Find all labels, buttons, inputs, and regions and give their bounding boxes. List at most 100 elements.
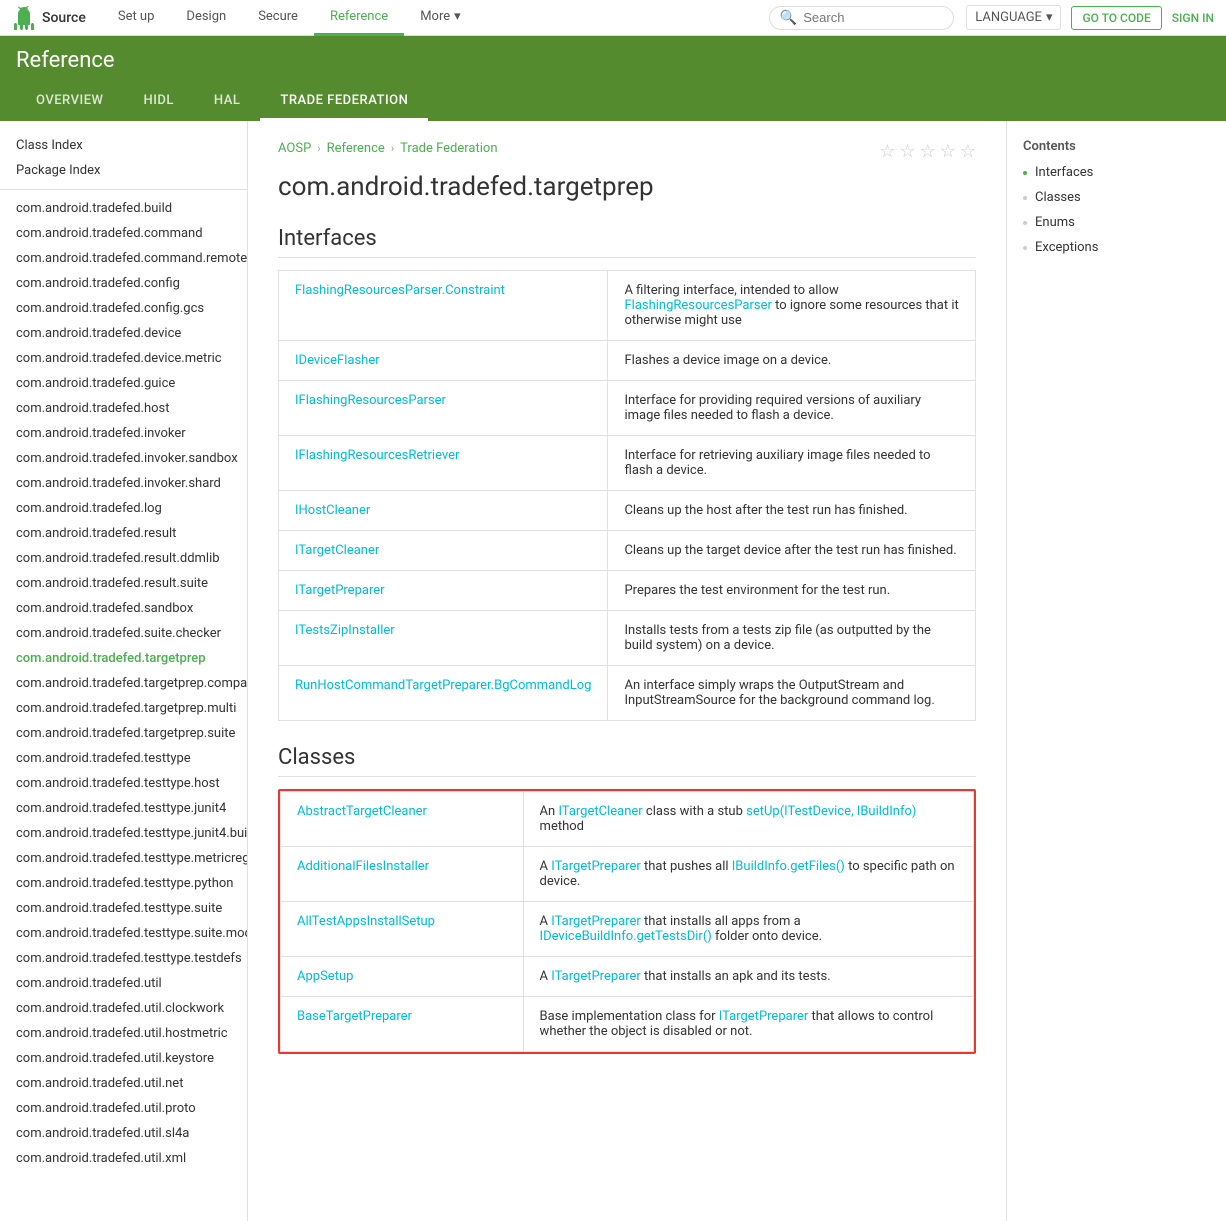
toc-item-enums[interactable]: Enums	[1007, 210, 1226, 235]
table-row: IFlashingResourcesParser Interface for p…	[279, 381, 976, 436]
star-5[interactable]: ☆	[960, 141, 976, 162]
sidebar-item-36[interactable]: com.android.tradefed.util.keystore	[0, 1046, 247, 1071]
class-link-4[interactable]: BaseTargetPreparer	[297, 1009, 412, 1024]
sidebar-item-10[interactable]: com.android.tradefed.host	[0, 396, 247, 421]
sidebar-item-23[interactable]: com.android.tradefed.targetprep.suite	[0, 721, 247, 746]
star-1[interactable]: ☆	[879, 141, 895, 162]
nav-setup[interactable]: Set up	[102, 0, 171, 36]
language-selector[interactable]: LANGUAGE ▾	[966, 5, 1061, 30]
table-row: IHostCleaner Cleans up the host after th…	[279, 491, 976, 531]
interface-link-6[interactable]: ITargetPreparer	[295, 583, 385, 598]
nav-more[interactable]: More ▾	[404, 0, 476, 36]
interface-link-8[interactable]: RunHostCommandTargetPreparer.BgCommandLo…	[295, 678, 591, 693]
toc-item-classes[interactable]: Classes	[1007, 185, 1226, 210]
class-link-1[interactable]: AdditionalFilesInstaller	[297, 859, 429, 874]
sidebar-item-12[interactable]: com.android.tradefed.invoker.sandbox	[0, 446, 247, 471]
interface-desc-5: Cleans up the target device after the te…	[608, 531, 976, 571]
sidebar-item-14[interactable]: com.android.tradefed.log	[0, 496, 247, 521]
sidebar-item-17[interactable]: com.android.tradefed.result.suite	[0, 571, 247, 596]
interface-link-5[interactable]: ITargetCleaner	[295, 543, 379, 558]
sidebar-item-8[interactable]: com.android.tradefed.device.metric	[0, 346, 247, 371]
interface-link-4[interactable]: IHostCleaner	[295, 503, 370, 518]
sidebar-item-9[interactable]: com.android.tradefed.guice	[0, 371, 247, 396]
sidebar-item-16[interactable]: com.android.tradefed.result.ddmlib	[0, 546, 247, 571]
sidebar-item-13[interactable]: com.android.tradefed.invoker.shard	[0, 471, 247, 496]
class-desc-link-3a[interactable]: ITargetPreparer	[551, 969, 641, 984]
sidebar-item-35[interactable]: com.android.tradefed.util.hostmetric	[0, 1021, 247, 1046]
interface-link-3[interactable]: IFlashingResourcesRetriever	[295, 448, 459, 463]
sign-in-button[interactable]: SIGN IN	[1172, 11, 1214, 25]
sidebar-item-11[interactable]: com.android.tradefed.invoker	[0, 421, 247, 446]
sidebar-item-34[interactable]: com.android.tradefed.util.clockwork	[0, 996, 247, 1021]
sidebar-item-4[interactable]: com.android.tradefed.command.remote	[0, 246, 247, 271]
class-desc-link-2b[interactable]: IDeviceBuildInfo.getTestsDir()	[540, 929, 712, 944]
sidebar-item-31[interactable]: com.android.tradefed.testtype.suite.modu…	[0, 921, 247, 946]
tab-hal[interactable]: HAL	[194, 83, 260, 121]
sidebar-item-15[interactable]: com.android.tradefed.result	[0, 521, 247, 546]
sidebar-item-27[interactable]: com.android.tradefed.testtype.junit4.bui…	[0, 821, 247, 846]
star-3[interactable]: ☆	[920, 141, 936, 162]
sidebar-item-33[interactable]: com.android.tradefed.util	[0, 971, 247, 996]
interface-link-1[interactable]: IDeviceFlasher	[295, 353, 380, 368]
go-to-code-button[interactable]: GO TO CODE	[1071, 6, 1161, 30]
class-desc-link-1a[interactable]: ITargetPreparer	[551, 859, 641, 874]
sidebar-item-3[interactable]: com.android.tradefed.command	[0, 221, 247, 246]
tab-hidl[interactable]: HIDL	[123, 83, 193, 121]
class-desc-link-2a[interactable]: ITargetPreparer	[551, 914, 641, 929]
breadcrumb-trade-federation[interactable]: Trade Federation	[400, 141, 497, 156]
search-input[interactable]	[803, 10, 943, 25]
sidebar-item-29[interactable]: com.android.tradefed.testtype.python	[0, 871, 247, 896]
sidebar-item-32[interactable]: com.android.tradefed.testtype.testdefs	[0, 946, 247, 971]
classes-heading: Classes	[278, 745, 976, 777]
table-row: IFlashingResourcesRetriever Interface fo…	[279, 436, 976, 491]
class-desc-link-4a[interactable]: ITargetPreparer	[719, 1009, 809, 1024]
star-2[interactable]: ☆	[899, 141, 915, 162]
class-link-2[interactable]: AllTestAppsInstallSetup	[297, 914, 435, 929]
sidebar-item-25[interactable]: com.android.tradefed.testtype.host	[0, 771, 247, 796]
nav-secure[interactable]: Secure	[242, 0, 314, 36]
sidebar-item-37[interactable]: com.android.tradefed.util.net	[0, 1071, 247, 1096]
sidebar-item-26[interactable]: com.android.tradefed.testtype.junit4	[0, 796, 247, 821]
sidebar-item-20[interactable]: com.android.tradefed.targetprep	[0, 646, 247, 671]
interfaces-heading: Interfaces	[278, 226, 976, 258]
star-4[interactable]: ☆	[940, 141, 956, 162]
breadcrumb-aosp[interactable]: AOSP	[278, 141, 311, 156]
class-desc-link-0a[interactable]: ITargetCleaner	[558, 804, 642, 819]
search-box[interactable]: 🔍	[769, 6, 954, 30]
sidebar-item-30[interactable]: com.android.tradefed.testtype.suite	[0, 896, 247, 921]
nav-design[interactable]: Design	[170, 0, 242, 36]
sidebar-item-5[interactable]: com.android.tradefed.config	[0, 271, 247, 296]
top-navigation: Source Set up Design Secure Reference Mo…	[0, 0, 1226, 36]
interface-link-7[interactable]: ITestsZipInstaller	[295, 623, 395, 638]
sidebar-item-2[interactable]: com.android.tradefed.build	[0, 196, 247, 221]
sidebar-item-40[interactable]: com.android.tradefed.util.xml	[0, 1146, 247, 1171]
sidebar-item-19[interactable]: com.android.tradefed.suite.checker	[0, 621, 247, 646]
sidebar-item-38[interactable]: com.android.tradefed.util.proto	[0, 1096, 247, 1121]
sidebar-item-7[interactable]: com.android.tradefed.device	[0, 321, 247, 346]
sidebar-item-28[interactable]: com.android.tradefed.testtype.metricregr…	[0, 846, 247, 871]
class-desc-link-0b[interactable]: setUp(ITestDevice, IBuildInfo)	[746, 804, 916, 819]
sidebar-item-package-index[interactable]: Package Index	[0, 158, 247, 183]
tab-trade-federation[interactable]: TRADE FEDERATION	[260, 83, 428, 121]
toc-item-interfaces[interactable]: Interfaces	[1007, 160, 1226, 185]
class-link-0[interactable]: AbstractTargetCleaner	[297, 804, 427, 819]
nav-reference[interactable]: Reference	[314, 0, 404, 36]
interface-link-2[interactable]: IFlashingResourcesParser	[295, 393, 446, 408]
interface-desc-link-0[interactable]: FlashingResourcesParser	[624, 298, 771, 313]
breadcrumb-reference[interactable]: Reference	[327, 141, 385, 156]
class-link-3[interactable]: AppSetup	[297, 969, 353, 984]
sidebar-item-22[interactable]: com.android.tradefed.targetprep.multi	[0, 696, 247, 721]
classes-table-wrapper: AbstractTargetCleaner An ITargetCleaner …	[278, 789, 976, 1054]
tab-overview[interactable]: OVERVIEW	[16, 83, 123, 121]
sidebar-item-39[interactable]: com.android.tradefed.util.sl4a	[0, 1121, 247, 1146]
sidebar-item-24[interactable]: com.android.tradefed.testtype	[0, 746, 247, 771]
sidebar-item-21[interactable]: com.android.tradefed.targetprep.companio…	[0, 671, 247, 696]
class-desc-link-1b[interactable]: IBuildInfo.getFiles()	[732, 859, 845, 874]
interface-link-0[interactable]: FlashingResourcesParser.Constraint	[295, 283, 505, 298]
sidebar-item-18[interactable]: com.android.tradefed.sandbox	[0, 596, 247, 621]
sidebar-item-6[interactable]: com.android.tradefed.config.gcs	[0, 296, 247, 321]
logo[interactable]: Source	[12, 6, 86, 30]
sidebar-item-class-index[interactable]: Class Index	[0, 133, 247, 158]
toc-item-exceptions[interactable]: Exceptions	[1007, 235, 1226, 260]
table-row: ITargetPreparer Prepares the test enviro…	[279, 571, 976, 611]
